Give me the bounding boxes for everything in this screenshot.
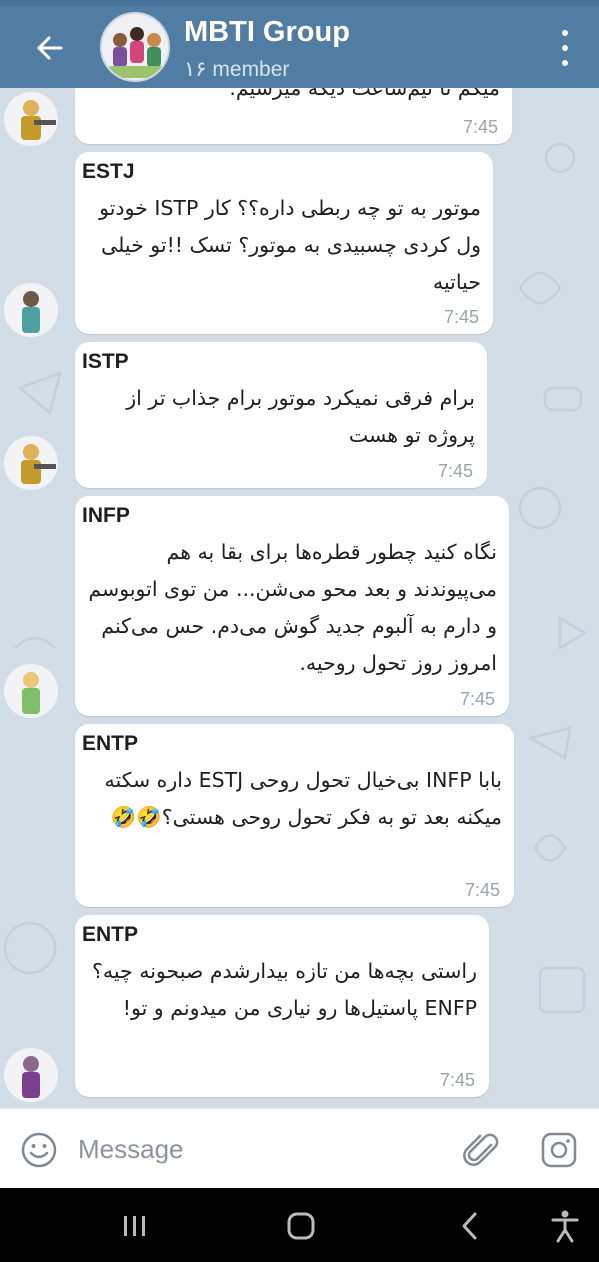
message-text: میگم تا نیم‌ساعت دیگه میرسیم. xyxy=(229,88,500,100)
message-time: 7:45 xyxy=(464,880,500,900)
avatar-istp[interactable] xyxy=(4,436,58,490)
member-count: ۱۶ member xyxy=(184,58,290,81)
message-sender[interactable]: ESTJ xyxy=(82,160,135,184)
message-bubble[interactable]: ENTP بابا INFP بی‌خیال تحول روحی ESTJ دا… xyxy=(75,724,514,907)
recent-apps-icon[interactable] xyxy=(114,1208,154,1244)
message-bubble[interactable]: ENTP راستی بچه‌ها من تازه بیدارشدم صبحون… xyxy=(75,915,489,1097)
status-strip xyxy=(0,0,599,6)
avatar-estj[interactable] xyxy=(4,283,58,337)
avatar-entp[interactable] xyxy=(4,1048,58,1102)
message-bubble[interactable]: INFP نگاه کنید چطور قطره‌ها برای بقا به … xyxy=(75,496,509,716)
chat-area[interactable]: میگم تا نیم‌ساعت دیگه میرسیم. 7:45 ESTJ … xyxy=(0,88,599,1108)
nav-back-icon[interactable] xyxy=(450,1208,490,1244)
arrow-left-icon xyxy=(37,36,63,60)
message-text: راستی بچه‌ها من تازه بیدارشدم صبحونه چیه… xyxy=(91,959,477,1020)
camera-icon[interactable] xyxy=(540,1131,578,1169)
message-sender[interactable]: ISTP xyxy=(82,350,129,374)
group-title[interactable]: MBTI Group xyxy=(184,16,350,49)
avatar-infp[interactable] xyxy=(4,664,58,718)
message-sender[interactable]: ENTP xyxy=(82,732,138,756)
message-time: 7:45 xyxy=(439,1070,475,1090)
message-sender[interactable]: INFP xyxy=(82,504,130,528)
message-sender[interactable]: ENTP xyxy=(82,923,138,947)
message-time: 7:45 xyxy=(462,117,498,137)
message-bubble[interactable]: میگم تا نیم‌ساعت دیگه میرسیم. 7:45 xyxy=(75,88,512,144)
group-avatar[interactable] xyxy=(100,12,170,82)
message-time: 7:45 xyxy=(443,307,479,327)
more-vertical-icon[interactable] xyxy=(555,30,575,66)
message-bubble[interactable]: ISTP برام فرقی نمیکرد موتور برام جذاب تر… xyxy=(75,342,487,488)
back-button[interactable] xyxy=(28,26,72,70)
emoji-icon[interactable] xyxy=(20,1131,58,1169)
message-time: 7:45 xyxy=(459,689,495,709)
message-bubble[interactable]: ESTJ موتور به تو چه ربطی داره؟؟ کار ISTP… xyxy=(75,152,493,334)
system-nav-bar xyxy=(0,1188,599,1262)
chat-header: MBTI Group ۱۶ member xyxy=(0,0,599,88)
accessibility-icon[interactable] xyxy=(545,1208,585,1244)
paperclip-icon[interactable] xyxy=(462,1129,502,1171)
group-avatar-image xyxy=(102,14,168,80)
home-icon[interactable] xyxy=(281,1208,321,1244)
message-time: 7:45 xyxy=(437,461,473,481)
avatar-istp[interactable] xyxy=(4,92,58,146)
message-composer xyxy=(0,1108,599,1188)
message-text: نگاه کنید چطور قطره‌ها برای بقا به هم می… xyxy=(88,540,497,675)
message-input[interactable] xyxy=(78,1129,438,1169)
message-text: بابا INFP بی‌خیال تحول روحی ESTJ داره سک… xyxy=(104,768,502,829)
message-text: برام فرقی نمیکرد موتور برام جذاب تر از پ… xyxy=(126,386,475,447)
message-text: موتور به تو چه ربطی داره؟؟ کار ISTP خودت… xyxy=(99,196,481,294)
